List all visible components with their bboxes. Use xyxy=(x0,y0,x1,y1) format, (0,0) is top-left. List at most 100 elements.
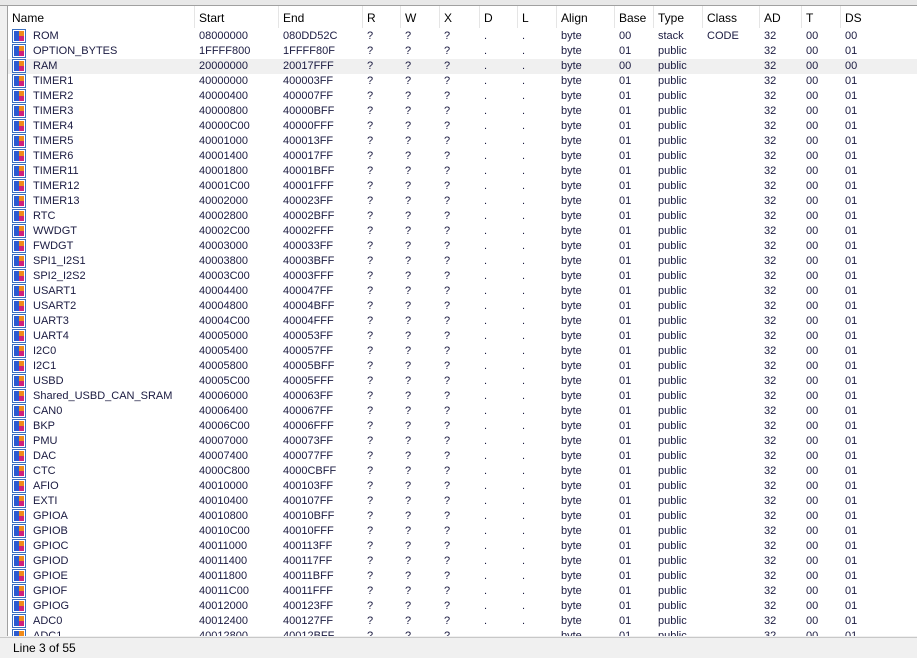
cell-end: 40010BFF xyxy=(283,510,335,522)
cell-align: byte xyxy=(561,450,582,462)
table-row[interactable]: TIMER6 40001400 400017FF???.. byte 01 public 3… xyxy=(8,149,917,164)
cell-ds: 01 xyxy=(845,510,858,522)
cell-end: 400017FF xyxy=(283,150,334,162)
cell-x: ? xyxy=(444,375,451,387)
cell-ad: 32 xyxy=(764,150,777,162)
table-row[interactable]: WWDGT 40002C00 40002FFF???.. byte 01 public 32… xyxy=(8,224,917,239)
table-row[interactable]: TIMER11 40001800 40001BFF???.. byte 01 public… xyxy=(8,164,917,179)
segment-icon xyxy=(12,254,26,268)
cell-end: 40003FFF xyxy=(283,270,334,282)
table-row[interactable]: GPIOE 40011800 40011BFF???.. byte 01 public 32… xyxy=(8,569,917,584)
cell-start: 40002000 xyxy=(199,195,248,207)
table-row[interactable]: UART3 40004C00 40004FFF???.. byte 01 public 32… xyxy=(8,314,917,329)
cell-ad: 32 xyxy=(764,525,777,537)
cell-end: 400123FF xyxy=(283,600,334,612)
table-row[interactable]: BKP 40006C00 40006FFF???.. byte 01 public 32 00… xyxy=(8,419,917,434)
table-row[interactable]: RAM 20000000 20017FFF???.. byte 00 public 32 00… xyxy=(8,59,917,74)
cell-x: ? xyxy=(444,210,451,222)
cell-r: ? xyxy=(367,615,374,627)
table-row[interactable]: RTC 40002800 40002BFF???.. byte 01 public 32 00… xyxy=(8,209,917,224)
column-header-base[interactable]: Base xyxy=(615,6,654,28)
cell-type: public xyxy=(658,60,687,72)
cell-ad: 32 xyxy=(764,180,777,192)
cell-type: public xyxy=(658,210,687,222)
table-row[interactable]: ADC1 40012800 40012BFF???.. byte 01 public 32 0… xyxy=(8,629,917,636)
table-row[interactable]: I2C1 40005800 40005BFF???.. byte 01 public 32 0… xyxy=(8,359,917,374)
cell-t: 00 xyxy=(806,210,819,222)
cell-ds: 01 xyxy=(845,585,858,597)
column-header-ad[interactable]: AD xyxy=(760,6,802,28)
table-row[interactable]: TIMER2 40000400 400007FF???.. byte 01 public 3… xyxy=(8,89,917,104)
table-row[interactable]: USBD 40005C00 40005FFF???.. byte 01 public 32 0… xyxy=(8,374,917,389)
cell-r: ? xyxy=(367,630,374,636)
cell-align: byte xyxy=(561,390,582,402)
table-row[interactable]: TIMER3 40000800 40000BFF???.. byte 01 public 3… xyxy=(8,104,917,119)
cell-start: 40011800 xyxy=(199,570,248,582)
cell-x: ? xyxy=(444,360,451,372)
column-header-name[interactable]: Name xyxy=(8,6,195,28)
table-row[interactable]: GPIOA 40010800 40010BFF???.. byte 01 public 32… xyxy=(8,509,917,524)
table-header: Name Start End R W X D L Align Base Type Class AD T DS xyxy=(8,6,917,28)
table-row[interactable]: ROM 08000000 080DD52C???.. byte 00 stack CODE 3… xyxy=(8,29,917,44)
cell-ds: 01 xyxy=(845,90,858,102)
table-row[interactable]: OPTION_BYTES 1FFFF800 1FFFF80F???.. byte 01 p… xyxy=(8,44,917,59)
column-header-class[interactable]: Class xyxy=(703,6,760,28)
table-row[interactable]: DAC 40007400 400077FF???.. byte 01 public 32 00… xyxy=(8,449,917,464)
table-row[interactable]: FWDGT 40003000 400033FF???.. byte 01 public 32… xyxy=(8,239,917,254)
table-row[interactable]: UART4 40005000 400053FF???.. byte 01 public 32… xyxy=(8,329,917,344)
column-header-start[interactable]: Start xyxy=(195,6,279,28)
column-header-type[interactable]: Type xyxy=(654,6,703,28)
table-row[interactable]: TIMER13 40002000 400023FF???.. byte 01 public… xyxy=(8,194,917,209)
column-header-align[interactable]: Align xyxy=(557,6,615,28)
cell-base: 01 xyxy=(619,600,632,612)
cell-w: ? xyxy=(405,225,412,237)
table-row[interactable]: USART1 40004400 400047FF???.. byte 01 public 3… xyxy=(8,284,917,299)
table-row[interactable]: Shared_USBD_CAN_SRAM 40006000 400063FF???.… xyxy=(8,389,917,404)
cell-name: TIMER13 xyxy=(33,195,80,207)
table-row[interactable]: I2C0 40005400 400057FF???.. byte 01 public 32 0… xyxy=(8,344,917,359)
column-header-r[interactable]: R xyxy=(363,6,401,28)
table-row[interactable]: CAN0 40006400 400067FF???.. byte 01 public 32 0… xyxy=(8,404,917,419)
cell-t: 00 xyxy=(806,225,819,237)
table-row[interactable]: USART2 40004800 40004BFF???.. byte 01 public 3… xyxy=(8,299,917,314)
cell-type: public xyxy=(658,330,687,342)
cell-ds: 01 xyxy=(845,435,858,447)
table-row[interactable]: ADC0 40012400 400127FF???.. byte 01 public 32 0… xyxy=(8,614,917,629)
segment-icon xyxy=(12,389,26,403)
table-row[interactable]: AFIO 40010000 400103FF???.. byte 01 public 32 0… xyxy=(8,479,917,494)
column-header-x[interactable]: X xyxy=(440,6,480,28)
table-row[interactable]: TIMER4 40000C00 40000FFF???.. byte 01 public 3… xyxy=(8,119,917,134)
table-row[interactable]: GPIOD 40011400 400117FF???.. byte 01 public 32… xyxy=(8,554,917,569)
column-header-t[interactable]: T xyxy=(802,6,841,28)
table-row[interactable]: GPIOB 40010C00 40010FFF???.. byte 01 public 32… xyxy=(8,524,917,539)
cell-align: byte xyxy=(561,270,582,282)
column-header-d[interactable]: D xyxy=(480,6,518,28)
table-row[interactable]: GPIOG 40012000 400123FF???.. byte 01 public 32… xyxy=(8,599,917,614)
table-row[interactable]: CTC 4000C800 4000CBFF???.. byte 01 public 32 00… xyxy=(8,464,917,479)
table-row[interactable]: SPI1_I2S1 40003800 40003BFF???.. byte 01 publ… xyxy=(8,254,917,269)
column-header-l[interactable]: L xyxy=(518,6,557,28)
table-row[interactable]: PMU 40007000 400073FF???.. byte 01 public 32 00… xyxy=(8,434,917,449)
cell-ds: 01 xyxy=(845,555,858,567)
column-header-end[interactable]: End xyxy=(279,6,363,28)
column-header-w[interactable]: W xyxy=(401,6,440,28)
table-row[interactable]: SPI2_I2S2 40003C00 40003FFF???.. byte 01 publ… xyxy=(8,269,917,284)
table-row[interactable]: TIMER12 40001C00 40001FFF???.. byte 01 public… xyxy=(8,179,917,194)
table-row[interactable]: EXTI 40010400 400107FF???.. byte 01 public 32 0… xyxy=(8,494,917,509)
table-row[interactable]: GPIOF 40011C00 40011FFF???.. byte 01 public 32… xyxy=(8,584,917,599)
cell-w: ? xyxy=(405,375,412,387)
table-row[interactable]: TIMER1 40000000 400003FF???.. byte 01 public 3… xyxy=(8,74,917,89)
table-row[interactable]: GPIOC 40011000 400113FF???.. byte 01 public 32… xyxy=(8,539,917,554)
cell-ds: 01 xyxy=(845,570,858,582)
segments-table[interactable]: Name Start End R W X D L Align Base Type Class AD T DS… xyxy=(7,6,917,636)
cell-ad: 32 xyxy=(764,510,777,522)
cell-type: public xyxy=(658,360,687,372)
cell-start: 40005000 xyxy=(199,330,248,342)
cell-base: 01 xyxy=(619,615,632,627)
cell-d: . xyxy=(484,435,488,447)
column-header-ds[interactable]: DS xyxy=(841,6,917,28)
table-row[interactable]: TIMER5 40001000 400013FF???.. byte 01 public 3… xyxy=(8,134,917,149)
cell-w: ? xyxy=(405,570,412,582)
cell-x: ? xyxy=(444,570,451,582)
cell-x: ? xyxy=(444,480,451,492)
